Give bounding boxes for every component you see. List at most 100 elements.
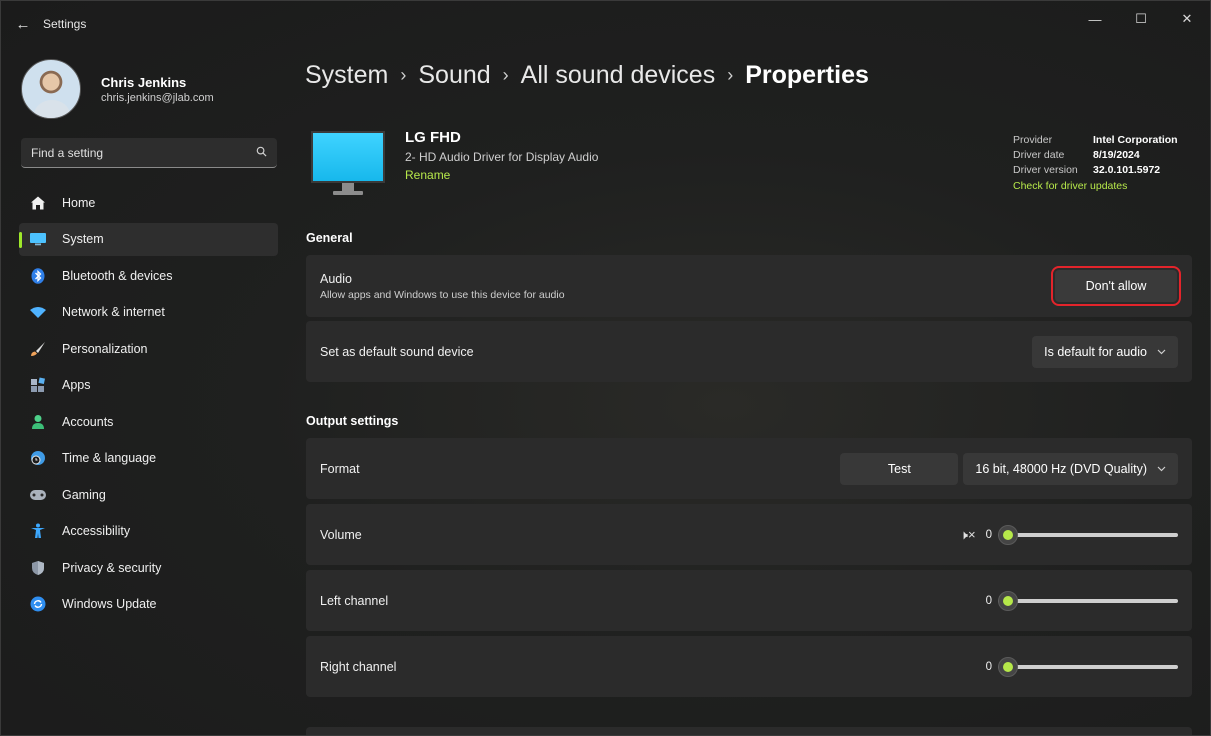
sidebar-item-privacy[interactable]: Privacy & security [19,551,278,584]
breadcrumb: System › Sound › All sound devices › Pro… [305,61,869,90]
monitor-icon [311,129,385,199]
window-controls: — ☐ ✕ [1072,1,1210,37]
audio-subtitle: Allow apps and Windows to use this devic… [320,288,565,301]
driver-date-label: Driver date [1013,148,1065,161]
sidebar-item-time-language[interactable]: Time & language [19,442,278,475]
apps-icon [29,376,47,394]
search-input[interactable] [31,145,256,160]
test-button[interactable]: Test [840,452,959,485]
volume-value: 0 [985,528,992,541]
right-channel-slider-thumb[interactable] [998,656,1018,677]
device-description: 2- HD Audio Driver for Display Audio [405,150,599,164]
format-card: Format Test 16 bit, 48000 Hz (DVD Qualit… [306,438,1192,499]
brush-icon [29,340,47,358]
sidebar-item-windows-update[interactable]: Windows Update [19,588,278,621]
sidebar-item-home[interactable]: Home [19,186,278,219]
next-card-partial [306,727,1192,735]
device-header: LG FHD 2- HD Audio Driver for Display Au… [311,129,598,199]
minimize-button[interactable]: — [1072,1,1118,37]
driver-version-label: Driver version [1013,163,1078,176]
check-driver-updates-link[interactable]: Check for driver updates [1013,180,1178,192]
wifi-icon [29,303,47,321]
app-title: Settings [43,17,87,31]
person-icon [29,413,47,431]
maximize-button[interactable]: ☐ [1118,1,1164,37]
chevron-right-icon: › [502,65,509,85]
default-device-dropdown[interactable]: Is default for audio [1032,335,1178,368]
gamepad-icon [29,486,47,504]
volume-card: Volume 🕨× 0 [306,504,1192,565]
title-bar: ← Settings [1,1,1210,47]
chevron-down-icon [1157,347,1166,357]
left-channel-card: Left channel 0 [306,570,1192,631]
sidebar-item-label: Personalization [62,341,148,356]
sidebar-item-personalization[interactable]: Personalization [19,332,278,365]
sidebar-item-apps[interactable]: Apps [19,369,278,402]
volume-title: Volume [320,527,362,542]
sidebar-nav: Home System Bluetooth & devices Network … [19,186,278,624]
chevron-right-icon: › [400,65,407,85]
page-title: Properties [745,61,869,89]
speaker-mute-icon[interactable]: 🕨× [960,527,976,543]
system-icon [29,230,47,248]
left-channel-value: 0 [985,594,992,607]
output-section-title: Output settings [306,414,399,428]
sidebar-item-label: Windows Update [62,597,157,611]
sidebar-item-bluetooth[interactable]: Bluetooth & devices [19,259,278,292]
sidebar-item-label: Privacy & security [62,560,162,575]
right-channel-card: Right channel 0 [306,636,1192,697]
general-section-title: General [306,231,353,245]
breadcrumb-sound[interactable]: Sound [418,61,490,90]
chevron-right-icon: › [727,65,734,85]
user-name: Chris Jenkins [101,74,187,90]
sidebar-item-gaming[interactable]: Gaming [19,478,278,511]
driver-info: Provider Intel Corporation Driver date 8/1… [1013,132,1178,193]
user-profile[interactable]: Chris Jenkins chris.jenkins@jlab.com [21,59,214,119]
settings-window: ← Settings — ☐ ✕ Chris Jenkins chris.jen… [0,0,1211,736]
left-channel-slider[interactable] [998,590,1178,611]
sidebar-item-label: Apps [62,378,91,392]
accessibility-icon [29,522,47,540]
breadcrumb-all-sound-devices[interactable]: All sound devices [521,61,716,90]
search-box[interactable] [21,138,277,168]
sidebar-item-label: Accounts [62,414,114,429]
sidebar-item-accounts[interactable]: Accounts [19,405,278,438]
device-name: LG FHD [405,129,461,146]
format-dropdown[interactable]: 16 bit, 48000 Hz (DVD Quality) [963,452,1178,485]
dont-allow-button[interactable]: Don't allow [1051,266,1181,306]
sidebar-item-label: Accessibility [62,524,131,538]
audio-card: Audio Allow apps and Windows to use this… [306,255,1192,317]
volume-slider-thumb[interactable] [998,524,1018,545]
avatar [21,59,81,119]
driver-date-value: 8/19/2024 [1093,148,1140,161]
default-device-title: Set as default sound device [320,344,474,359]
provider-value: Intel Corporation [1093,133,1178,146]
default-device-value: Is default for audio [1044,344,1147,359]
left-channel-slider-thumb[interactable] [998,590,1018,611]
audio-title: Audio [320,271,352,286]
format-title: Format [320,461,360,476]
user-email: chris.jenkins@jlab.com [101,91,214,104]
left-channel-title: Left channel [320,593,389,608]
bluetooth-icon [29,267,47,285]
driver-version-value: 32.0.101.5972 [1093,163,1161,176]
sidebar-item-label: Network & internet [62,305,165,319]
chevron-down-icon [1157,464,1166,474]
sidebar-item-label: System [62,232,104,246]
close-button[interactable]: ✕ [1164,1,1210,37]
back-arrow-icon[interactable]: ← [3,4,43,44]
sidebar-item-label: Gaming [62,487,106,502]
home-icon [29,194,47,212]
rename-link[interactable]: Rename [405,168,598,182]
breadcrumb-system[interactable]: System [305,61,388,90]
sidebar-item-accessibility[interactable]: Accessibility [19,515,278,548]
volume-slider[interactable] [998,524,1178,545]
search-icon[interactable] [256,146,267,160]
right-channel-slider[interactable] [998,656,1178,677]
sidebar-item-label: Home [62,195,96,210]
sidebar-item-system[interactable]: System [19,222,278,256]
format-value: 16 bit, 48000 Hz (DVD Quality) [975,461,1147,476]
sidebar-item-network[interactable]: Network & internet [19,296,278,329]
sidebar-item-label: Bluetooth & devices [62,268,173,283]
provider-label: Provider [1013,133,1053,146]
